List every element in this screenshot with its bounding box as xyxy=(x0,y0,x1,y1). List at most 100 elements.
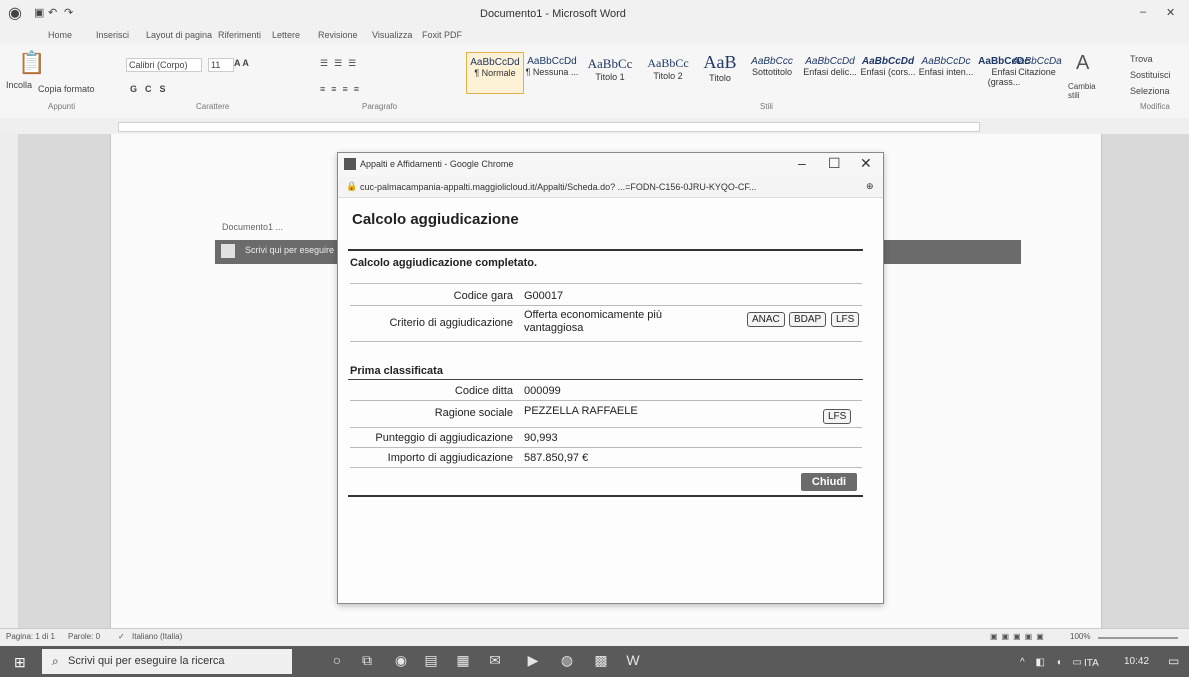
tab-visualizza[interactable]: Visualizza xyxy=(372,30,412,40)
app-taskbar-icon[interactable]: ▶ xyxy=(522,652,544,672)
row-divider xyxy=(350,400,862,401)
undo-icon[interactable]: ↶ xyxy=(48,6,57,19)
find-button[interactable]: Trova xyxy=(1130,54,1153,64)
popup-url[interactable]: cuc-palmacampania-appalti.maggiolicloud.… xyxy=(360,182,840,192)
office-button-icon[interactable]: ◉ xyxy=(8,3,22,23)
word-taskbar-icon[interactable]: W xyxy=(622,652,644,672)
vertical-ruler[interactable] xyxy=(0,134,19,628)
tab-layout[interactable]: Layout di pagina xyxy=(146,30,212,40)
style-nessuna[interactable]: AaBbCcDd ¶ Nessuna ... xyxy=(524,52,580,92)
inner-start-icon xyxy=(221,244,235,258)
zoom-level[interactable]: 100% xyxy=(1070,632,1090,641)
paste-icon[interactable]: 📋 xyxy=(18,50,45,76)
importo-value: 587.850,97 € xyxy=(524,452,589,464)
anac-button[interactable]: ANAC xyxy=(747,312,785,327)
style-citazione[interactable]: AaBbCcDa Citazione xyxy=(1012,52,1062,92)
select-button[interactable]: Seleziona xyxy=(1130,86,1170,96)
word-count[interactable]: Parole: 0 xyxy=(68,632,100,641)
group-paragraph-label: Paragrafo xyxy=(362,102,398,111)
popup-maximize-icon[interactable]: ☐ xyxy=(828,155,841,172)
tray-language[interactable]: ITA xyxy=(1084,658,1099,669)
tab-foxit-pdf[interactable]: Foxit PDF xyxy=(422,30,462,40)
zoom-icon[interactable]: ⊕ xyxy=(866,181,874,192)
search-input[interactable]: Scrivi qui per eseguire la ricerca xyxy=(68,655,225,667)
punteggio-label: Punteggio di aggiudicazione xyxy=(375,432,513,444)
tab-revisione[interactable]: Revisione xyxy=(318,30,358,40)
group-edit-label: Modifica xyxy=(1140,102,1170,111)
row-divider xyxy=(350,341,862,342)
task-view-icon[interactable]: ⧉ xyxy=(356,652,378,672)
mail-taskbar-icon[interactable]: ✉ xyxy=(484,652,506,672)
popup-minimize-icon[interactable]: – xyxy=(798,155,806,171)
view-buttons[interactable]: ▣▣▣▣▣ xyxy=(990,632,1048,641)
style-titolo2[interactable]: AaBbCc Titolo 2 xyxy=(640,52,696,92)
lfs-button-2[interactable]: LFS xyxy=(823,409,852,424)
tab-inserisci[interactable]: Inserisci xyxy=(96,30,129,40)
change-styles-label[interactable]: Cambia stili xyxy=(1068,82,1108,100)
calc-taskbar-icon[interactable]: ▩ xyxy=(590,652,612,672)
style-enfasi-intensa[interactable]: AaBbCcDc Enfasi inten... xyxy=(918,52,974,92)
codice-gara-label: Codice gara xyxy=(453,290,513,302)
style-titolo[interactable]: AaB Titolo xyxy=(698,52,742,92)
align-buttons[interactable]: ≡≡≡≡ xyxy=(320,84,365,94)
tray-icons[interactable]: ^ ◧ ◖ ▭ xyxy=(1020,657,1086,668)
zoom-slider[interactable] xyxy=(1098,637,1178,639)
tab-riferimenti[interactable]: Riferimenti xyxy=(218,30,261,40)
lfs-button[interactable]: LFS xyxy=(831,312,860,327)
criterio-value: Offerta economicamente più vantaggiosa xyxy=(524,309,662,334)
search-icon: ⌕ xyxy=(52,654,59,668)
heading-divider xyxy=(348,249,863,251)
windows-start-icon[interactable]: ⊞ xyxy=(14,654,26,671)
cortana-icon[interactable]: ○ xyxy=(326,652,348,672)
popup-title-bar: Appalti e Affidamenti - Google Chrome – … xyxy=(338,153,883,177)
redo-icon[interactable]: ↷ xyxy=(64,6,73,19)
tab-lettere[interactable]: Lettere xyxy=(272,30,300,40)
save-icon[interactable]: ▣ xyxy=(34,6,44,19)
font-format-buttons[interactable]: GCS xyxy=(130,84,174,94)
proofing-icon[interactable]: ✓ xyxy=(118,632,125,641)
popup-address-bar[interactable]: 🔒 cuc-palmacampania-appalti.maggioliclou… xyxy=(338,177,883,198)
style-sottotitolo[interactable]: AaBbCcc Sottotitolo xyxy=(744,52,800,92)
style-enfasi-corsivo[interactable]: AaBbCcDd Enfasi (cors... xyxy=(860,52,916,92)
store-taskbar-icon[interactable]: ▦ xyxy=(452,652,474,672)
popup-close-icon[interactable]: ✕ xyxy=(860,155,872,172)
page-count[interactable]: Pagina: 1 di 1 xyxy=(6,632,55,641)
ruler-track xyxy=(118,122,980,132)
change-styles-icon[interactable]: A xyxy=(1076,52,1089,75)
word-status-bar: Pagina: 1 di 1 Parole: 0 ✓ Italiano (Ita… xyxy=(0,628,1189,647)
codice-gara-value: G00017 xyxy=(524,290,564,302)
replace-button[interactable]: Sostituisci xyxy=(1130,70,1171,80)
page-title: Calcolo aggiudicazione xyxy=(352,211,519,228)
notification-icon[interactable]: ▭ xyxy=(1168,654,1179,668)
chrome-popup-window: Appalti e Affidamenti - Google Chrome – … xyxy=(337,152,884,604)
tab-home[interactable]: Home xyxy=(48,30,72,40)
group-styles-label: Stili xyxy=(760,102,773,111)
explorer-taskbar-icon[interactable]: ▤ xyxy=(420,652,442,672)
grow-font-icon[interactable]: A A xyxy=(234,58,249,68)
font-name-select[interactable]: Calibri (Corpo) xyxy=(126,58,202,72)
group-font-label: Carattere xyxy=(196,102,230,111)
close-icon[interactable]: ✕ xyxy=(1166,6,1175,19)
list-buttons[interactable]: ☰☰☰ xyxy=(320,58,362,69)
font-size-select[interactable]: 11 xyxy=(208,58,234,72)
bdap-button[interactable]: BDAP xyxy=(789,312,827,327)
taskbar-search-box[interactable]: ⌕ Scrivi qui per eseguire la ricerca xyxy=(42,649,292,674)
minimize-icon[interactable]: – xyxy=(1140,6,1146,18)
style-normale[interactable]: AaBbCcDd ¶ Normale xyxy=(466,52,524,94)
punteggio-value: 90,993 xyxy=(524,432,558,444)
row-divider xyxy=(350,467,862,468)
ragione-sociale-value: PEZZELLA RAFFAELE xyxy=(524,405,638,417)
codice-ditta-value: 000099 xyxy=(524,385,561,397)
app2-taskbar-icon[interactable]: ◍ xyxy=(556,652,578,672)
tray-clock[interactable]: 10:42 xyxy=(1124,656,1149,667)
style-titolo1[interactable]: AaBbCc Titolo 1 xyxy=(582,52,638,92)
style-enfasi-delicata[interactable]: AaBbCcDd Enfasi delic... xyxy=(802,52,858,92)
paste-label[interactable]: Incolla xyxy=(6,80,32,90)
language-indicator[interactable]: Italiano (Italia) xyxy=(132,632,182,641)
close-button[interactable]: Chiudi xyxy=(801,473,857,491)
horizontal-ruler[interactable] xyxy=(0,118,1189,135)
chrome-taskbar-icon[interactable]: ◉ xyxy=(390,652,412,672)
copy-format-button[interactable]: Copia formato xyxy=(38,84,95,94)
status-message: Calcolo aggiudicazione completato. xyxy=(350,257,538,269)
row-divider xyxy=(350,447,862,448)
